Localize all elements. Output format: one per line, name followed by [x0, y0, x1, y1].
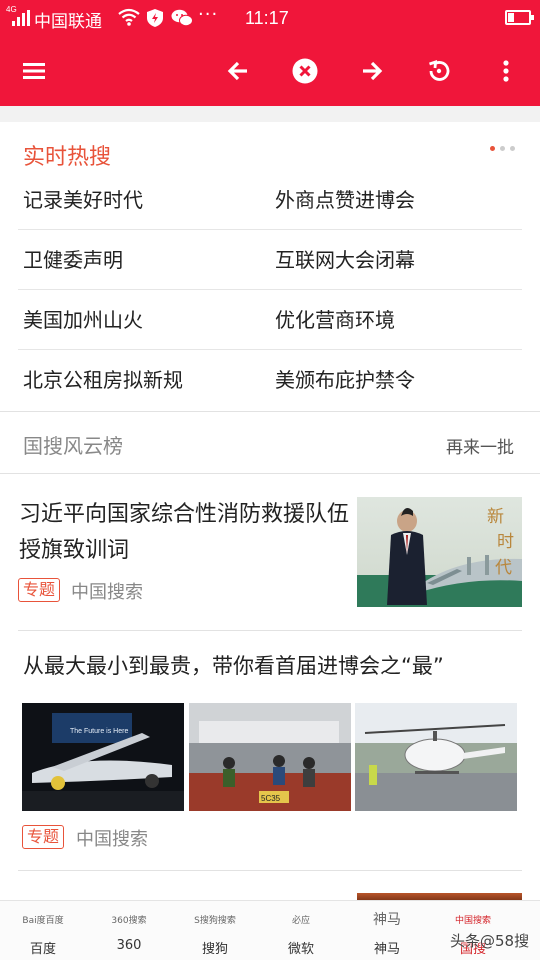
new-era-calligraphy: 新: [487, 507, 504, 527]
shield-icon: [146, 8, 164, 28]
stop-close-icon[interactable]: [287, 53, 323, 89]
refresh-batch-link[interactable]: 再来一批: [446, 433, 514, 458]
hot-search-item[interactable]: 美国加州山火: [23, 290, 143, 350]
section-divider: [0, 473, 540, 474]
shenma-logo-icon: 神马: [373, 912, 401, 928]
hot-search-item[interactable]: 优化营商环境: [275, 290, 395, 350]
hot-search-row: 美国加州山火 优化营商环境: [18, 290, 522, 350]
bing-logo-icon: 必应: [291, 916, 310, 926]
article-divider: [18, 870, 522, 871]
sogou-logo-icon: S搜狗搜索: [194, 916, 236, 926]
toolbar-spacer: [0, 106, 540, 122]
signal-icon: [12, 10, 32, 26]
engine-bing[interactable]: 必应 微软: [258, 901, 344, 960]
hot-search-row: 卫健委声明 互联网大会闭幕: [18, 230, 522, 290]
chinaso-logo-icon: 中国搜索: [454, 916, 491, 926]
hot-search-row: 记录美好时代 外商点赞进博会: [18, 170, 522, 230]
engine-label: 搜狗: [201, 942, 228, 957]
carrier-name: 中国联通: [34, 12, 102, 32]
hot-search-item[interactable]: 外商点赞进博会: [275, 170, 415, 230]
more-dots-icon: ···: [198, 4, 219, 25]
hot-search-item[interactable]: 记录美好时代: [23, 170, 143, 230]
engine-label: 神马: [373, 942, 400, 957]
topic-tag: 专题: [22, 825, 65, 849]
article-source: 中国搜索: [76, 829, 148, 850]
svg-text:5C35: 5C35: [261, 794, 281, 803]
hot-search-item[interactable]: 互联网大会闭幕: [275, 230, 415, 290]
hot-search-item[interactable]: 北京公租房拟新规: [23, 350, 183, 410]
article-image-helicopter[interactable]: [355, 703, 517, 811]
svg-text:时: 时: [497, 532, 514, 552]
forward-arrow-icon[interactable]: [354, 53, 390, 89]
engine-360[interactable]: 360搜索 360: [86, 901, 172, 960]
article-thumbnail[interactable]: 新 时 代: [357, 497, 522, 607]
article-image-flying-car[interactable]: The Future is Here: [22, 703, 184, 811]
baidu-logo-icon: Bai度百度: [22, 916, 64, 926]
article-title[interactable]: 习近平向国家综合性消防救援队伍授旗致训词: [19, 497, 357, 569]
status-time: 11:17: [245, 8, 289, 28]
article-title[interactable]: 从最大最小到最贵，带你看首届进博会之“最”: [23, 650, 444, 680]
carousel-dot-2[interactable]: [500, 146, 505, 151]
article-image-cargo[interactable]: 5C35: [189, 703, 351, 811]
menu-icon[interactable]: [16, 53, 52, 89]
more-vertical-icon[interactable]: [488, 53, 524, 89]
engine-label: 百度: [29, 942, 56, 957]
hot-search-grid: 记录美好时代 外商点赞进博会 卫健委声明 互联网大会闭幕 美国加州山火 优化营商…: [18, 170, 522, 410]
battery-icon: [505, 10, 534, 25]
ranking-title: 国搜风云榜: [23, 434, 123, 458]
carousel-dot-3[interactable]: [510, 146, 515, 151]
hot-search-title: 实时热搜: [23, 145, 112, 170]
svg-text:代: 代: [495, 558, 512, 578]
engine-label: 360: [116, 938, 142, 953]
engine-sogou[interactable]: S搜狗搜索 搜狗: [172, 901, 258, 960]
engine-label: 微软: [287, 942, 314, 957]
browser-toolbar: [0, 36, 540, 106]
svg-text:The Future is Here: The Future is Here: [70, 728, 128, 735]
hot-search-row: 北京公租房拟新规 美颁布庇护禁令: [18, 350, 522, 410]
engine-baidu[interactable]: Bai度百度 百度: [0, 901, 86, 960]
engine-shenma[interactable]: 神马 神马: [344, 901, 430, 960]
hot-search-item[interactable]: 卫健委声明: [23, 230, 123, 290]
status-bar: 4G 中国联通 ··· 11:17: [0, 0, 540, 36]
hot-search-item[interactable]: 美颁布庇护禁令: [275, 350, 415, 410]
back-arrow-icon[interactable]: [220, 53, 256, 89]
article-source: 中国搜索: [71, 582, 143, 603]
topic-tag: 专题: [18, 578, 61, 602]
wifi-icon: [118, 8, 140, 26]
wechat-icon: [171, 9, 193, 27]
article-divider: [18, 630, 522, 631]
carousel-dot-1[interactable]: [490, 146, 495, 151]
360-logo-icon: 360搜索: [111, 916, 147, 926]
watermark: 头条@58搜: [450, 932, 530, 950]
carousel-dots: [490, 146, 520, 152]
section-divider: [0, 411, 540, 412]
refresh-icon[interactable]: [421, 53, 457, 89]
